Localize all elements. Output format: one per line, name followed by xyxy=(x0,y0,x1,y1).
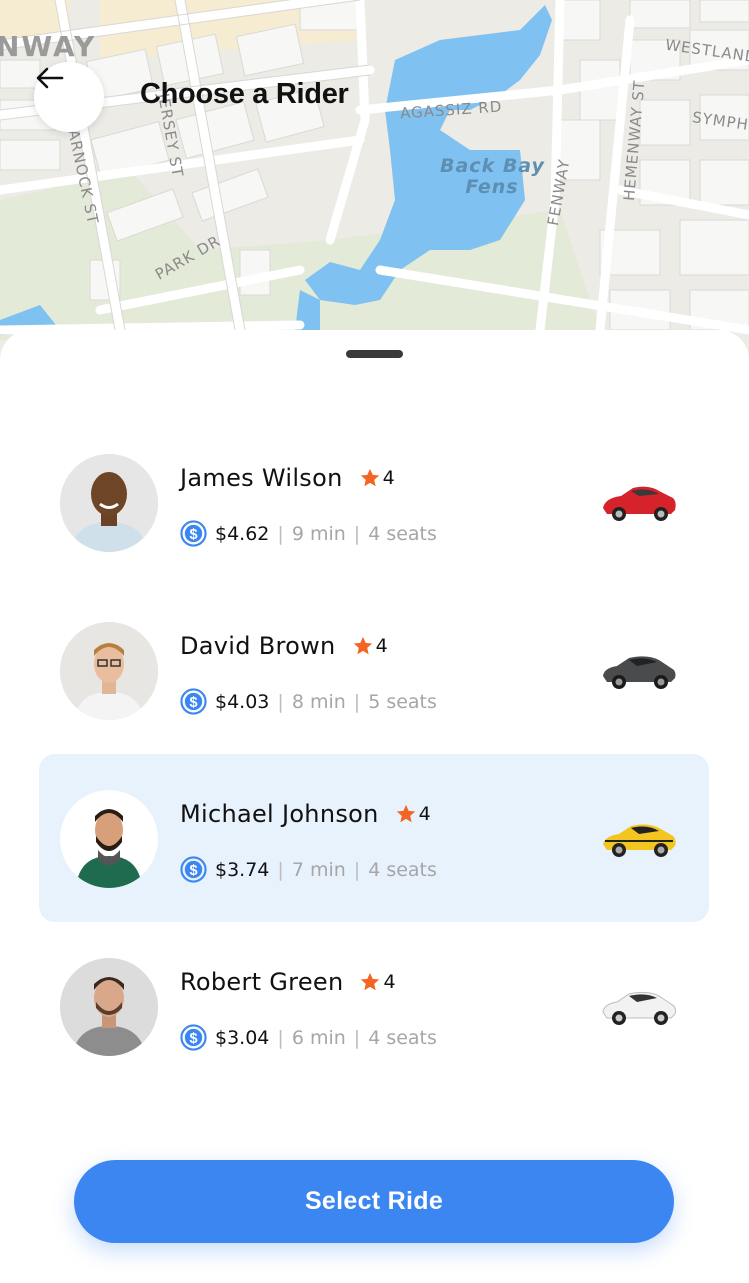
star-icon xyxy=(353,636,372,655)
separator: | xyxy=(353,690,361,713)
separator: | xyxy=(277,858,284,881)
arrow-left-icon xyxy=(36,67,64,89)
rider-item-michael-johnson[interactable]: Michael Johnson 4 $ $3.74 | 7 min | 4 se… xyxy=(39,754,709,922)
rating: 4 xyxy=(359,467,395,489)
rider-item-david-brown[interactable]: David Brown 4 $ $4.03 | 8 min | 5 seats xyxy=(39,586,709,754)
dollar-icon: $ xyxy=(180,856,207,883)
map-label-back-bay-fens: Back Bay Fens xyxy=(440,156,544,198)
price: $4.62 xyxy=(215,522,270,545)
rider-item-james-wilson[interactable]: James Wilson 4 $ $4.62 | 9 min | 4 seats xyxy=(39,418,709,586)
price: $3.74 xyxy=(215,858,270,881)
avatar-photo xyxy=(60,790,158,888)
dollar-icon: $ xyxy=(180,1024,207,1051)
sedan-icon xyxy=(602,991,676,1025)
svg-text:$: $ xyxy=(189,695,197,711)
rider-item-robert-green[interactable]: Robert Green 4 $ $3.04 | 6 min | 4 seats xyxy=(39,922,709,1090)
svg-text:$: $ xyxy=(189,863,197,879)
muscle-car-icon xyxy=(603,824,676,857)
price: $4.03 xyxy=(215,690,270,713)
avatar-photo xyxy=(60,622,158,720)
rating: 4 xyxy=(352,635,388,657)
avatar xyxy=(60,454,158,552)
sports-car-icon xyxy=(603,486,676,521)
rider-name: Robert Green xyxy=(180,968,344,996)
separator: | xyxy=(277,690,284,713)
seats: 4 seats xyxy=(368,522,437,545)
map-label-water-line2: Fens xyxy=(465,176,519,198)
star-icon xyxy=(361,972,380,991)
avatar xyxy=(60,790,158,888)
rider-name: Michael Johnson xyxy=(180,800,379,828)
rating-value: 4 xyxy=(375,635,388,657)
avatar xyxy=(60,958,158,1056)
separator: | xyxy=(353,1026,361,1049)
rating: 4 xyxy=(359,971,396,993)
sheet-drag-handle[interactable] xyxy=(346,350,403,358)
star-icon xyxy=(396,804,415,823)
back-button[interactable] xyxy=(34,62,104,132)
rider-name: James Wilson xyxy=(180,464,343,492)
separator: | xyxy=(277,522,284,545)
star-icon xyxy=(360,468,379,487)
avatar-photo xyxy=(60,454,158,552)
avatar-photo xyxy=(60,958,158,1056)
seats: 4 seats xyxy=(368,1026,437,1049)
separator: | xyxy=(353,522,361,545)
separator: | xyxy=(353,858,361,881)
map-view[interactable]: NWAY JERSEY ST AGASSIZ RD WESTLAND SYMPH… xyxy=(0,0,749,360)
rating: 4 xyxy=(395,803,431,825)
map-label-neighborhood: NWAY xyxy=(0,30,97,63)
separator: | xyxy=(277,1026,284,1049)
eta: 7 min xyxy=(291,858,346,881)
dollar-icon: $ xyxy=(180,688,207,715)
rider-name: David Brown xyxy=(180,632,336,660)
price: $3.04 xyxy=(215,1026,270,1049)
svg-text:$: $ xyxy=(189,527,197,543)
map-label-water-line1: Back Bay xyxy=(440,155,545,177)
sedan-icon xyxy=(603,656,676,689)
eta: 9 min xyxy=(291,522,346,545)
rating-value: 4 xyxy=(382,467,395,489)
dollar-icon: $ xyxy=(180,520,207,547)
select-ride-button[interactable]: Select Ride xyxy=(74,1160,674,1243)
eta: 6 min xyxy=(291,1026,346,1049)
rating-value: 4 xyxy=(383,971,396,993)
seats: 5 seats xyxy=(368,690,437,713)
avatar xyxy=(60,622,158,720)
svg-text:$: $ xyxy=(189,1031,197,1047)
rating-value: 4 xyxy=(418,803,431,825)
eta: 8 min xyxy=(291,690,346,713)
seats: 4 seats xyxy=(368,858,437,881)
page-title: Choose a Rider xyxy=(140,78,349,110)
